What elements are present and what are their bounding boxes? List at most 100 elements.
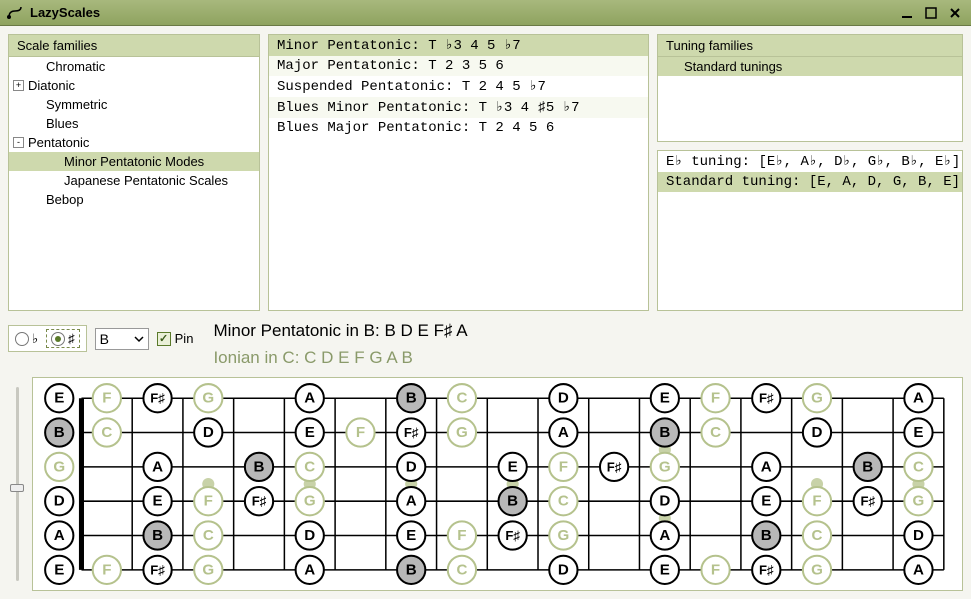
svg-text:G: G [913, 493, 925, 510]
svg-text:B: B [54, 424, 65, 441]
svg-text:G: G [53, 458, 65, 475]
scale-family-item[interactable]: Japanese Pentatonic Scales [9, 171, 259, 190]
scale-family-item[interactable]: Minor Pentatonic Modes [9, 152, 259, 171]
scale-list-item[interactable]: Suspended Pentatonic: T 2 4 5 ♭7 [269, 76, 648, 97]
tuning-family-item[interactable]: Standard tunings [658, 57, 962, 76]
svg-text:A: A [913, 390, 924, 407]
close-button[interactable] [945, 5, 965, 21]
collapse-icon[interactable]: - [13, 137, 24, 148]
svg-text:G: G [456, 424, 468, 441]
svg-text:A: A [558, 424, 569, 441]
scale-family-item[interactable]: Chromatic [9, 57, 259, 76]
primary-scale-label: Minor Pentatonic in B: B D E F♯ A [213, 317, 467, 344]
svg-text:A: A [152, 458, 163, 475]
vertical-slider[interactable] [8, 377, 26, 591]
scale-families-tree[interactable]: Chromatic+DiatonicSymmetricBlues-Pentato… [9, 57, 259, 209]
svg-text:D: D [558, 390, 569, 407]
svg-text:D: D [659, 493, 670, 510]
svg-text:E: E [508, 458, 518, 475]
svg-text:D: D [812, 424, 823, 441]
svg-text:F: F [559, 458, 568, 475]
svg-text:C: C [812, 527, 823, 544]
scale-family-item[interactable]: Symmetric [9, 95, 259, 114]
secondary-scale-label: Ionian in C: C D E F G A B [213, 344, 467, 371]
tuning-families-header: Tuning families [658, 35, 962, 57]
accidental-radio-group: ♭ ♯ [8, 325, 87, 352]
chevron-down-icon [134, 331, 144, 347]
svg-text:C: C [558, 493, 569, 510]
scale-family-item[interactable]: Blues [9, 114, 259, 133]
minimize-button[interactable] [897, 5, 917, 21]
svg-text:E: E [54, 561, 64, 578]
svg-text:E: E [913, 424, 923, 441]
svg-text:B: B [406, 390, 417, 407]
tree-item-label: Minor Pentatonic Modes [64, 154, 204, 169]
tree-item-label: Chromatic [46, 59, 105, 74]
tuning-families-tree[interactable]: Standard tunings [658, 57, 962, 76]
svg-text:G: G [202, 390, 214, 407]
key-select[interactable]: B [95, 328, 149, 350]
svg-text:B: B [761, 527, 772, 544]
tuning-list-item[interactable]: Standard tuning: [E, A, D, G, B, E] [658, 172, 962, 192]
scale-family-item[interactable]: -Pentatonic [9, 133, 259, 152]
svg-text:G: G [659, 458, 671, 475]
tuning-list-item[interactable]: E♭ tuning: [E♭, A♭, D♭, G♭, B♭, E♭] [658, 151, 962, 172]
svg-text:D: D [558, 561, 569, 578]
scale-list-panel[interactable]: Minor Pentatonic: T ♭3 4 5 ♭7Major Penta… [268, 34, 649, 311]
tree-item-label: Diatonic [28, 78, 75, 93]
tuning-families-panel: Tuning families Standard tunings [657, 34, 963, 142]
pin-checkbox[interactable]: ✓ Pin [157, 331, 194, 346]
svg-text:E: E [54, 390, 64, 407]
svg-text:D: D [406, 458, 417, 475]
scale-list-item[interactable]: Major Pentatonic: T 2 3 5 6 [269, 56, 648, 76]
flat-radio[interactable]: ♭ [15, 331, 38, 347]
scale-list-item[interactable]: Minor Pentatonic: T ♭3 4 5 ♭7 [269, 35, 648, 56]
maximize-button[interactable] [921, 5, 941, 21]
key-select-value: B [100, 331, 109, 347]
svg-text:G: G [811, 390, 823, 407]
flat-symbol: ♭ [32, 331, 38, 347]
svg-text:G: G [557, 527, 569, 544]
expand-icon[interactable]: + [13, 80, 24, 91]
svg-text:F: F [102, 561, 111, 578]
svg-text:A: A [913, 561, 924, 578]
tree-item-label: Pentatonic [28, 135, 89, 150]
svg-text:E: E [660, 390, 670, 407]
svg-text:E: E [153, 493, 163, 510]
svg-text:A: A [659, 527, 670, 544]
svg-text:C: C [456, 390, 467, 407]
svg-text:F: F [457, 527, 466, 544]
scale-family-item[interactable]: Bebop [9, 190, 259, 209]
svg-text:B: B [152, 527, 163, 544]
svg-text:A: A [304, 390, 315, 407]
svg-text:C: C [203, 527, 214, 544]
svg-text:B: B [254, 458, 265, 475]
tree-item-label: Symmetric [46, 97, 107, 112]
svg-text:B: B [862, 458, 873, 475]
titlebar: LazyScales [0, 0, 971, 26]
svg-text:F: F [711, 390, 720, 407]
svg-text:F: F [711, 561, 720, 578]
svg-text:B: B [406, 561, 417, 578]
svg-text:C: C [913, 458, 924, 475]
svg-text:G: G [304, 493, 316, 510]
scale-list-item[interactable]: Blues Major Pentatonic: T 2 4 5 6 [269, 118, 648, 138]
svg-text:D: D [304, 527, 315, 544]
svg-text:A: A [406, 493, 417, 510]
svg-text:C: C [101, 424, 112, 441]
svg-text:A: A [761, 458, 772, 475]
sharp-radio[interactable]: ♯ [46, 329, 80, 348]
scale-list-item[interactable]: Blues Minor Pentatonic: T ♭3 4 ♯5 ♭7 [269, 97, 648, 118]
svg-text:G: G [811, 561, 823, 578]
pin-label: Pin [175, 331, 194, 346]
svg-text:D: D [203, 424, 214, 441]
scale-family-item[interactable]: + Diatonic [9, 76, 259, 95]
tunings-list[interactable]: E♭ tuning: [E♭, A♭, D♭, G♭, B♭, E♭]Stand… [657, 150, 963, 311]
svg-text:F♯: F♯ [860, 494, 875, 509]
scale-families-header: Scale families [9, 35, 259, 57]
svg-text:C: C [710, 424, 721, 441]
tree-item-label: Japanese Pentatonic Scales [64, 173, 228, 188]
svg-text:F♯: F♯ [150, 391, 165, 406]
fretboard[interactable]: EFF♯GABCDEFF♯GABCDEFF♯GABCDEGABCDEFF♯GAB… [32, 377, 963, 591]
svg-text:E: E [660, 561, 670, 578]
